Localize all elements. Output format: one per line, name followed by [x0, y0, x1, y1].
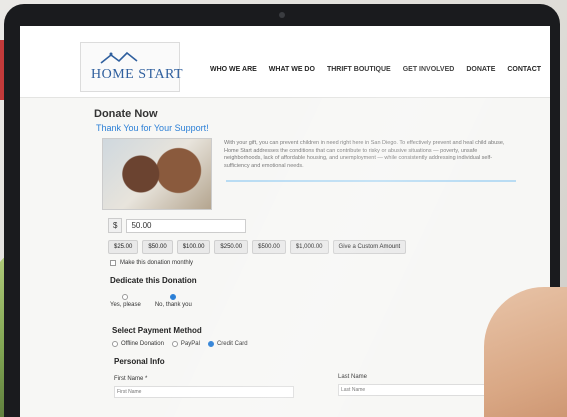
amount-input[interactable] — [126, 218, 247, 233]
radio-no-icon[interactable] — [170, 294, 177, 300]
radio-yes-icon[interactable] — [122, 294, 129, 300]
payment-offline-label: Offline Donation — [121, 341, 164, 347]
payment-heading: Select Payment Method — [112, 326, 202, 335]
nav-donate[interactable]: DONATE — [466, 66, 495, 73]
nav-get-involved[interactable]: GET INVOLVED — [403, 66, 455, 73]
preset-25-button[interactable]: $25.00 — [108, 240, 139, 254]
main-nav: WHO WE ARE WHAT WE DO THRIFT BOUTIQUE GE… — [210, 66, 541, 73]
last-name-label: Last Name — [338, 374, 368, 380]
nav-who-we-are[interactable]: WHO WE ARE — [210, 66, 257, 73]
payment-offline-radio[interactable]: Offline Donation — [112, 341, 164, 347]
page-subtitle: Thank You for Your Support! — [96, 123, 209, 133]
donation-blurb: With your gift, you can prevent children… — [224, 140, 505, 169]
payment-paypal-radio[interactable]: PayPal — [171, 341, 200, 347]
first-name-field[interactable] — [114, 386, 294, 398]
site-logo[interactable]: HOME START — [80, 42, 184, 92]
dedicate-no-label: No, thank you — [154, 302, 192, 308]
monthly-label: Make this donation monthly — [120, 260, 194, 266]
preset-50-button[interactable]: $50.00 — [142, 240, 173, 254]
divider — [226, 180, 516, 182]
first-name-label: First Name * — [114, 376, 148, 382]
preset-1000-button[interactable]: $1,000.00 — [289, 240, 329, 254]
monthly-checkbox[interactable] — [110, 260, 116, 266]
house-logo-icon — [100, 51, 138, 64]
radio-paypal-icon[interactable] — [171, 341, 178, 347]
webcam-icon — [279, 12, 285, 18]
last-name-field[interactable] — [338, 384, 498, 396]
children-photo — [102, 138, 212, 210]
laptop-screen: HOME START WHO WE ARE WHAT WE DO THRIFT … — [20, 26, 550, 417]
radio-offline-icon[interactable] — [112, 341, 118, 347]
payment-paypal-label: PayPal — [180, 341, 200, 347]
custom-amount-button[interactable]: Give a Custom Amount — [332, 240, 407, 254]
logo-text: HOME START — [91, 67, 184, 82]
radio-credit-card-icon[interactable] — [207, 341, 214, 347]
nav-thrift-boutique[interactable]: THRIFT BOUTIQUE — [327, 66, 391, 73]
dedicate-no-radio[interactable]: No, thank you — [155, 294, 192, 308]
currency-symbol: $ — [108, 218, 123, 233]
payment-credit-card-label: Credit Card — [216, 341, 248, 347]
nav-contact[interactable]: CONTACT — [507, 66, 541, 73]
laptop-bezel: HOME START WHO WE ARE WHAT WE DO THRIFT … — [4, 4, 560, 417]
nav-what-we-do[interactable]: WHAT WE DO — [269, 66, 315, 73]
payment-credit-card-radio[interactable]: Credit Card — [207, 341, 248, 347]
dedicate-heading: Dedicate this Donation — [110, 276, 197, 285]
personal-heading: Personal Info — [114, 357, 165, 366]
preset-100-button[interactable]: $100.00 — [176, 240, 211, 254]
site-header: HOME START WHO WE ARE WHAT WE DO THRIFT … — [20, 26, 550, 98]
preset-500-button[interactable]: $500.00 — [252, 240, 286, 254]
dedicate-yes-label: Yes, please — [110, 302, 141, 308]
monthly-option[interactable]: Make this donation monthly — [110, 260, 193, 266]
page-title: Donate Now — [94, 108, 158, 120]
dedicate-yes-radio[interactable]: Yes, please — [110, 294, 141, 308]
payment-options: Offline Donation PayPal Credit Card — [112, 341, 248, 347]
donate-content: Donate Now Thank You for Your Support! W… — [20, 98, 550, 417]
amount-row: $ — [108, 218, 247, 233]
preset-amounts: $25.00 $50.00 $100.00 $250.00 $500.00 $1… — [108, 240, 407, 254]
dedicate-options: Yes, please No, thank you — [110, 294, 192, 308]
preset-250-button[interactable]: $250.00 — [214, 240, 249, 254]
